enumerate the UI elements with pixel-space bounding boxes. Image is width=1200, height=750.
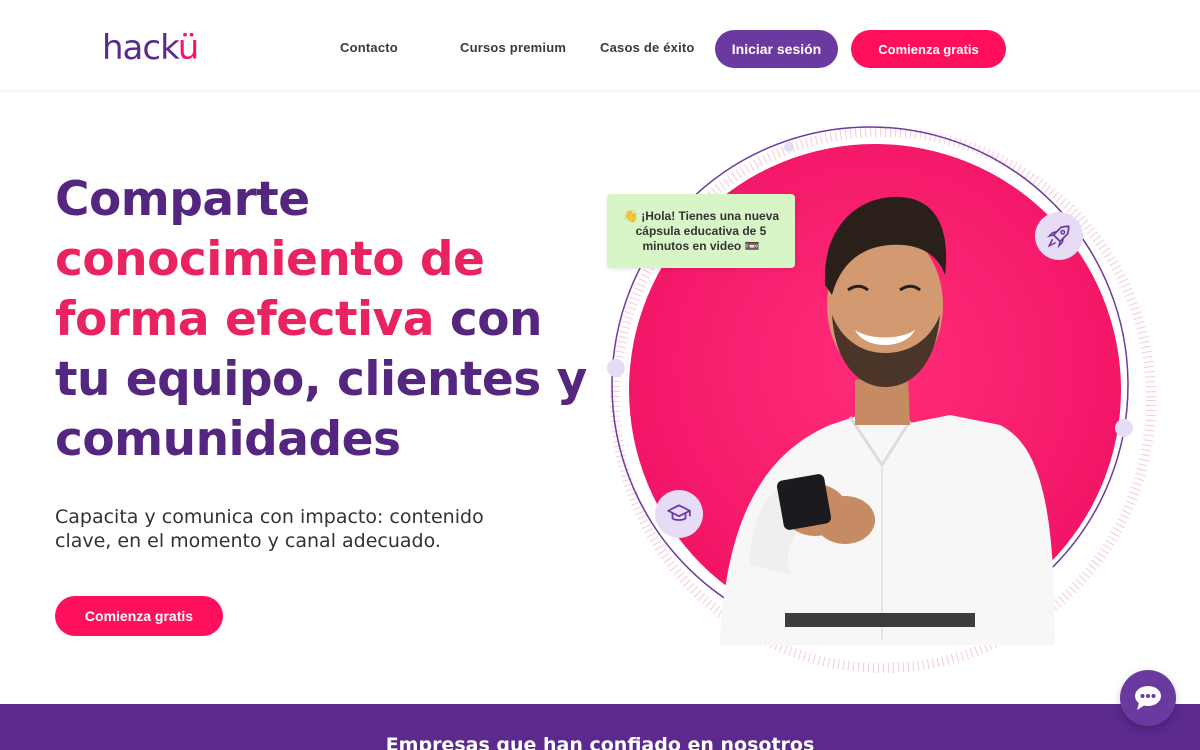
chat-button[interactable] — [1120, 670, 1176, 726]
hero-subtitle: Capacita y comunica con impacto: conteni… — [55, 506, 484, 552]
hacku-logo[interactable]: hackü — [102, 28, 200, 68]
graduation-cap-icon-badge — [655, 490, 703, 538]
hero-title: Comparte conocimiento de forma efectiva … — [55, 170, 595, 470]
nav-contact[interactable]: Contacto — [340, 40, 398, 55]
rocket-icon-badge — [1035, 212, 1083, 260]
orbit-dot — [1115, 419, 1133, 437]
hero-title-part1: Comparte — [55, 172, 310, 227]
orbit-dot — [607, 359, 625, 377]
site-header: hackü Contacto Cursos premium Casos de é… — [0, 0, 1200, 89]
rocket-icon — [1046, 225, 1070, 249]
hero-title-highlight: conocimiento de forma efectiva — [55, 232, 485, 347]
graduation-cap-icon — [667, 504, 691, 521]
clients-band: Empresas que han confiado en nosotros — [0, 704, 1200, 750]
logo-text-accent: ü — [177, 28, 200, 68]
orbit-dot — [784, 142, 794, 152]
start-free-button-hero[interactable]: Comienza gratis — [55, 596, 223, 636]
logo-text: hack — [102, 28, 179, 68]
chat-bubble-icon — [1135, 686, 1161, 710]
clients-band-title: Empresas que han confiado en nosotros — [385, 734, 815, 750]
nav-success-cases[interactable]: Casos de éxito — [600, 40, 695, 55]
login-button[interactable]: Iniciar sesión — [715, 30, 838, 68]
notification-bubble: 👋 ¡Hola! Tienes una nueva cápsula educat… — [607, 194, 795, 268]
nav-premium-courses[interactable]: Cursos premium — [460, 40, 566, 55]
start-free-button-header[interactable]: Comienza gratis — [851, 30, 1006, 68]
